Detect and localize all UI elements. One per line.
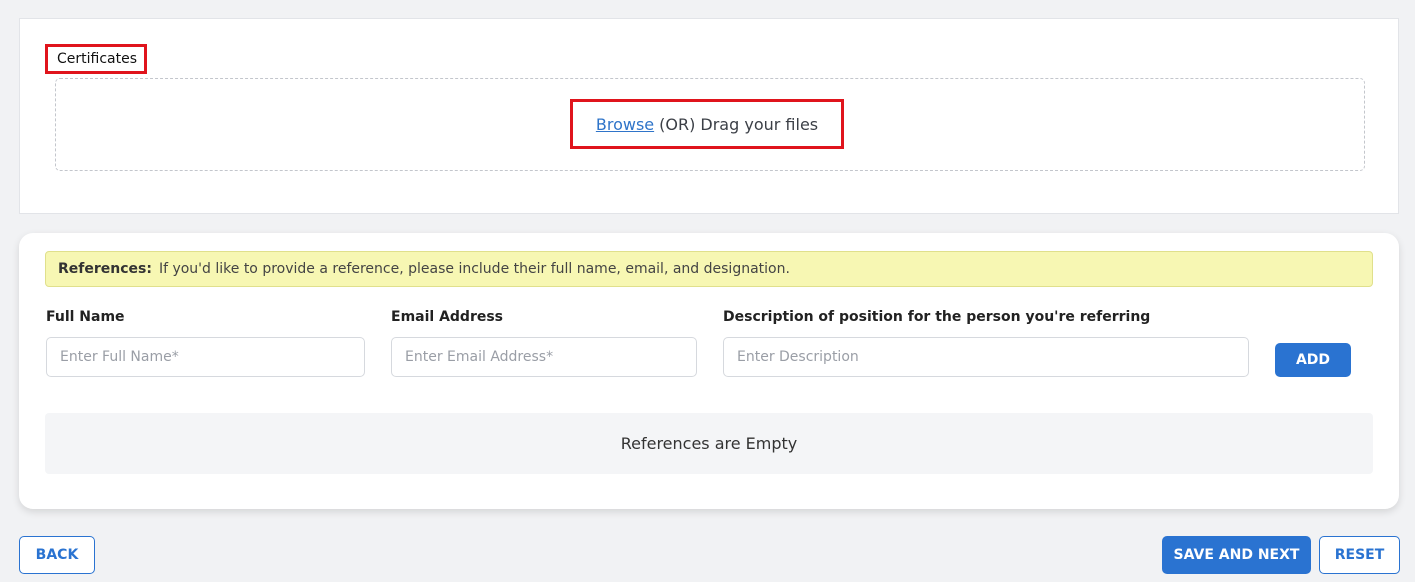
full-name-input[interactable] xyxy=(46,337,365,377)
back-button[interactable]: BACK xyxy=(19,536,95,574)
save-and-next-button[interactable]: SAVE AND NEXT xyxy=(1162,536,1311,574)
references-notice: References: If you'd like to provide a r… xyxy=(45,251,1373,287)
add-reference-button[interactable]: ADD xyxy=(1275,343,1351,377)
references-card: References: If you'd like to provide a r… xyxy=(19,233,1399,509)
certificates-dropzone[interactable]: Browse (OR) Drag your files xyxy=(55,78,1365,171)
dropzone-prompt: Browse (OR) Drag your files xyxy=(570,99,844,149)
reset-button[interactable]: RESET xyxy=(1319,536,1400,574)
full-name-label: Full Name xyxy=(46,309,125,325)
references-empty-state: References are Empty xyxy=(45,413,1373,474)
certificates-label: Certificates xyxy=(45,44,147,74)
drag-files-text: (OR) Drag your files xyxy=(659,114,819,134)
references-notice-text: If you'd like to provide a reference, pl… xyxy=(158,261,790,277)
certificates-card: Certificates Browse (OR) Drag your files xyxy=(19,18,1399,214)
description-input[interactable] xyxy=(723,337,1249,377)
browse-link[interactable]: Browse xyxy=(596,115,654,134)
email-label: Email Address xyxy=(391,309,504,325)
references-notice-title: References: xyxy=(58,261,152,277)
description-label: Description of position for the person y… xyxy=(723,309,1151,325)
email-input[interactable] xyxy=(391,337,697,377)
